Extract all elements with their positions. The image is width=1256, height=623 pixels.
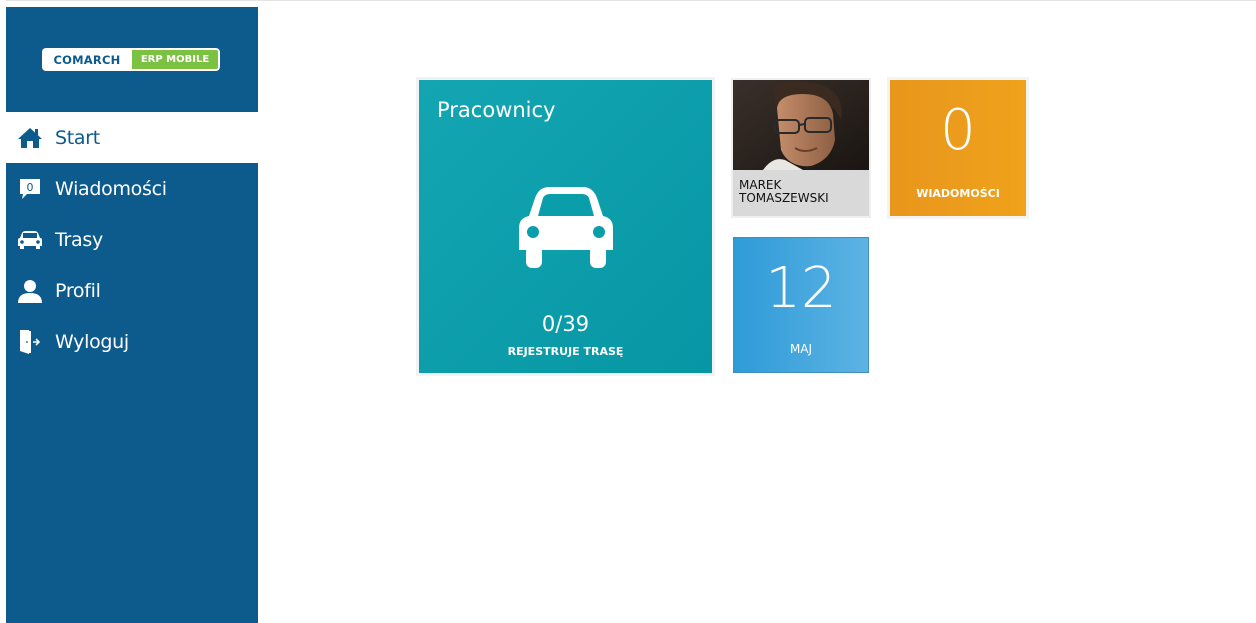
- tile-date[interactable]: 12 MAJ: [733, 237, 869, 373]
- message-icon: 0: [15, 177, 45, 201]
- tile-count: 0/39: [541, 312, 590, 336]
- date-month: MAJ: [789, 342, 813, 356]
- sidebar-item-profil[interactable]: Profil: [6, 265, 258, 316]
- messages-count: 0: [940, 98, 976, 163]
- tile-profile[interactable]: MAREK TOMASZEWSKI: [731, 78, 871, 218]
- sidebar-item-label: Trasy: [55, 228, 103, 251]
- logo-product: ERP MOBILE: [132, 48, 220, 71]
- sidebar-nav: Start 0 Wiadomości Trasy Profil Wyloguj: [6, 112, 258, 367]
- sidebar-item-start[interactable]: Start: [6, 112, 258, 163]
- profile-name: MAREK TOMASZEWSKI: [733, 170, 869, 216]
- logout-door-icon: [15, 329, 45, 354]
- top-border: [0, 0, 1256, 1]
- profile-last-name: TOMASZEWSKI: [739, 191, 829, 205]
- car-icon: [517, 184, 615, 274]
- tile-wiadomosci[interactable]: 0 WIADOMOŚCI: [887, 77, 1029, 219]
- sidebar-item-label: Profil: [55, 279, 101, 302]
- sidebar-item-label: Wyloguj: [55, 330, 129, 353]
- sidebar-item-wiadomosci[interactable]: 0 Wiadomości: [6, 163, 258, 214]
- date-day: 12: [765, 256, 837, 321]
- sidebar: COMARCH ERP MOBILE Start 0 Wiadomości Tr…: [6, 7, 258, 623]
- car-icon: [15, 228, 45, 252]
- sidebar-item-label: Start: [55, 126, 100, 149]
- comarch-logo: COMARCH ERP MOBILE: [42, 48, 220, 71]
- sidebar-item-wyloguj[interactable]: Wyloguj: [6, 316, 258, 367]
- home-icon: [15, 126, 45, 150]
- sidebar-item-label: Wiadomości: [55, 177, 167, 200]
- tile-caption: REJESTRUJE TRASĘ: [507, 345, 624, 358]
- messages-caption: WIADOMOŚCI: [916, 187, 1000, 200]
- user-icon: [15, 279, 45, 303]
- sidebar-item-trasy[interactable]: Trasy: [6, 214, 258, 265]
- tile-title: Pracownicy: [437, 98, 556, 122]
- logo-brand: COMARCH: [42, 48, 132, 71]
- message-badge: 0: [27, 181, 34, 194]
- profile-photo: [733, 80, 869, 170]
- tile-pracownicy[interactable]: Pracownicy 0/39 REJESTRUJE TRASĘ: [416, 77, 715, 376]
